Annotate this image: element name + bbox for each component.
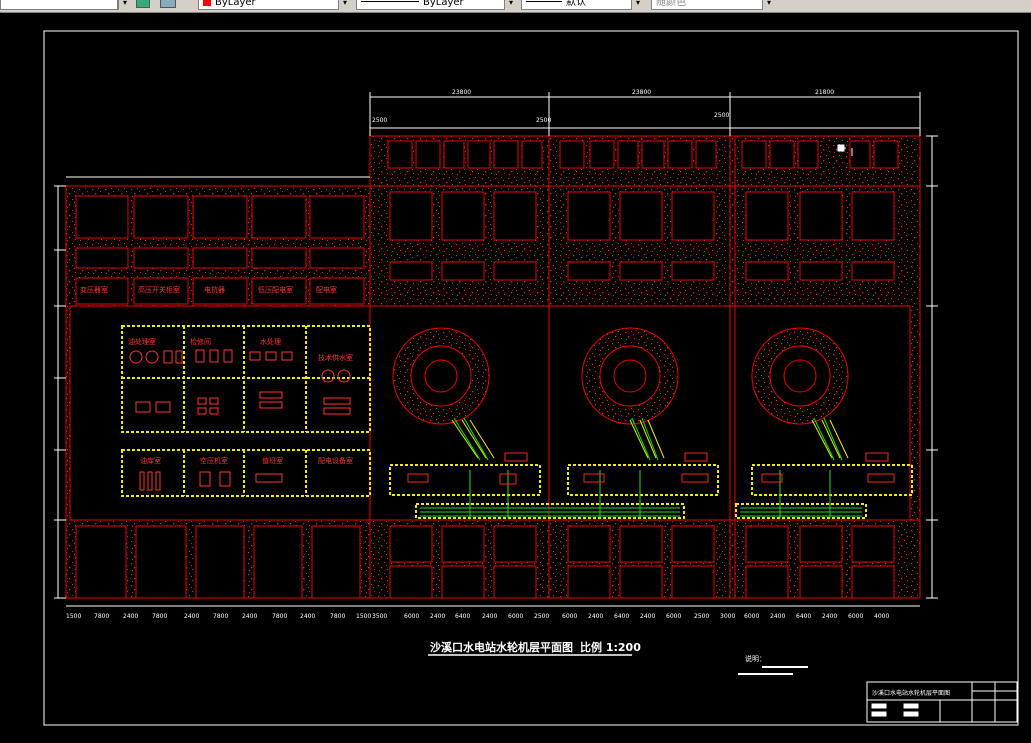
- chevron-down-icon[interactable]: ▾: [338, 0, 351, 10]
- svg-text:2500: 2500: [534, 613, 549, 620]
- svg-text:电抗器: 电抗器: [204, 285, 225, 294]
- svg-text:说明：: 说明：: [745, 654, 766, 663]
- svg-text:配电设备室: 配电设备室: [318, 456, 353, 465]
- svg-text:2400: 2400: [770, 613, 785, 620]
- svg-text:21800: 21800: [815, 89, 834, 96]
- svg-text:油库室: 油库室: [140, 456, 161, 465]
- layer-stack-icon[interactable]: [160, 0, 176, 8]
- svg-text:2500: 2500: [714, 112, 729, 119]
- svg-text:3000: 3000: [720, 613, 735, 620]
- svg-text:2500: 2500: [694, 613, 709, 620]
- svg-text:高压开关柜室: 高压开关柜室: [138, 285, 180, 294]
- svg-text:6000: 6000: [508, 613, 523, 620]
- properties-toolbar: ▾ ByLayer ▾ ByLayer ▾ 默认 ▾ 随颜色 ▾: [0, 0, 1031, 13]
- svg-text:6000: 6000: [666, 613, 681, 620]
- svg-text:2500: 2500: [536, 117, 551, 124]
- chevron-down-icon[interactable]: ▾: [631, 0, 644, 10]
- drawing-canvas[interactable]: 变压器室 高压开关柜室 电抗器 低压配电室 配电室 油处理室 检修间 水处理 技…: [0, 13, 1031, 739]
- chevron-down-icon[interactable]: ▾: [118, 0, 131, 10]
- svg-text:2500: 2500: [372, 117, 387, 124]
- svg-text:23800: 23800: [452, 89, 471, 96]
- color-label: ByLayer: [215, 0, 256, 8]
- note: 说明：: [738, 654, 808, 675]
- svg-text:7800: 7800: [213, 613, 228, 620]
- svg-text:检修间: 检修间: [190, 337, 211, 346]
- svg-text:2400: 2400: [430, 613, 445, 620]
- svg-text:6400: 6400: [796, 613, 811, 620]
- svg-text:6000: 6000: [562, 613, 577, 620]
- line-sample-icon: [361, 1, 419, 2]
- svg-text:7800: 7800: [272, 613, 287, 620]
- svg-text:沙溪口水电站水轮机层平面图: 沙溪口水电站水轮机层平面图: [430, 640, 573, 654]
- svg-text:2400: 2400: [300, 613, 315, 620]
- svg-text:6400: 6400: [614, 613, 629, 620]
- layer-state-icon[interactable]: [136, 0, 150, 8]
- plotstyle-control[interactable]: 随颜色: [651, 0, 763, 10]
- line-sample-icon: [526, 1, 562, 2]
- svg-text:2400: 2400: [482, 613, 497, 620]
- dim-bottom: 1500 7800 2400 7800 2400 7800 2400 7800 …: [66, 605, 920, 620]
- svg-text:2400: 2400: [123, 613, 138, 620]
- svg-text:技术供水室: 技术供水室: [318, 353, 353, 362]
- svg-text:2400: 2400: [822, 613, 837, 620]
- color-control[interactable]: ByLayer: [198, 0, 340, 10]
- svg-text:空压机室: 空压机室: [200, 456, 228, 465]
- svg-text:6000: 6000: [404, 613, 419, 620]
- svg-text:3500: 3500: [372, 613, 387, 620]
- svg-text:变压器室: 变压器室: [80, 285, 108, 294]
- layer-dropdown-tail[interactable]: [0, 0, 118, 10]
- svg-text:值班室: 值班室: [262, 456, 283, 465]
- svg-text:2400: 2400: [184, 613, 199, 620]
- svg-text:2400: 2400: [640, 613, 655, 620]
- dim-left: [54, 185, 66, 599]
- svg-text:6400: 6400: [455, 613, 470, 620]
- lineweight-control[interactable]: 默认: [521, 0, 633, 10]
- svg-text:水处理: 水处理: [260, 337, 281, 346]
- svg-text:7800: 7800: [152, 613, 167, 620]
- svg-text:1500: 1500: [356, 613, 371, 620]
- unit-bays: [389, 191, 895, 281]
- svg-text:沙溪口水电站水轮机层平面图: 沙溪口水电站水轮机层平面图: [872, 689, 950, 697]
- svg-text:比例 1:200: 比例 1:200: [580, 640, 641, 654]
- svg-text:油处理室: 油处理室: [128, 337, 156, 346]
- svg-text:2400: 2400: [588, 613, 603, 620]
- plotstyle-label: 随颜色: [656, 0, 686, 8]
- svg-text:6000: 6000: [848, 613, 863, 620]
- linetype-control[interactable]: ByLayer: [356, 0, 506, 10]
- dim-right: [926, 135, 938, 599]
- svg-text:4000: 4000: [874, 613, 889, 620]
- svg-text:7800: 7800: [94, 613, 109, 620]
- chevron-down-icon[interactable]: ▾: [504, 0, 517, 10]
- svg-text:低压配电室: 低压配电室: [258, 285, 293, 294]
- svg-text:2400: 2400: [242, 613, 257, 620]
- chevron-down-icon[interactable]: ▾: [762, 0, 775, 10]
- title-block: 沙溪口水电站水轮机层平面图: [866, 681, 1018, 723]
- svg-text:配电室: 配电室: [316, 285, 337, 294]
- svg-text:6000: 6000: [744, 613, 759, 620]
- svg-text:7800: 7800: [330, 613, 345, 620]
- svg-text:1500: 1500: [66, 613, 81, 620]
- lineweight-label: 默认: [566, 0, 586, 8]
- drawing-title: 沙溪口水电站水轮机层平面图 比例 1:200: [428, 640, 641, 656]
- svg-text:23800: 23800: [632, 89, 651, 96]
- linetype-label: ByLayer: [423, 0, 464, 8]
- red-swatch-icon: [203, 0, 211, 6]
